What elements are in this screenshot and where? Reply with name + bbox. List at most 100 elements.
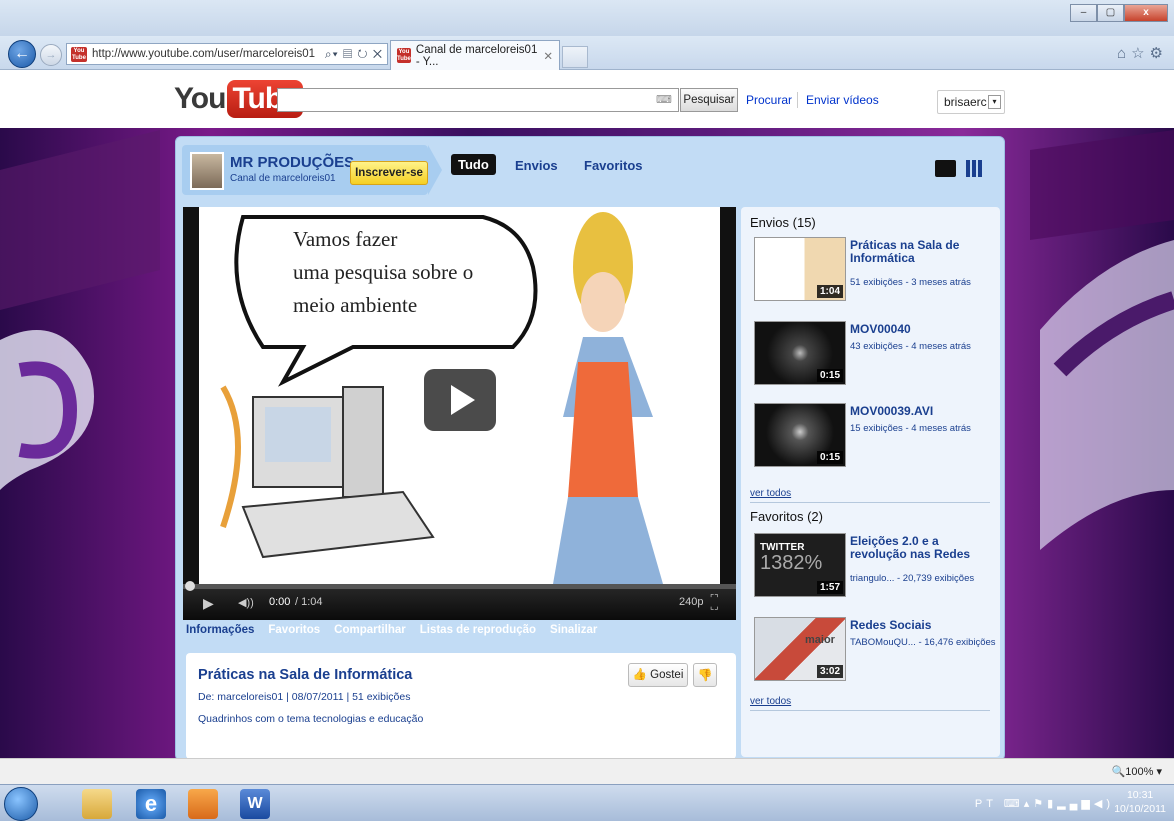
tab-title: Canal de marceloreis01 - Y...	[415, 43, 538, 68]
duration: 1:57	[816, 581, 843, 594]
video-thumbnail[interactable]: 0:15	[754, 403, 846, 467]
browse-link[interactable]: Procurar	[746, 93, 792, 107]
upload-link[interactable]: Enviar vídeos	[806, 93, 879, 107]
start-button[interactable]	[4, 787, 38, 821]
page-viewport: You Tube ⌨ Pesquisar Procurar Enviar víd…	[0, 70, 1174, 758]
address-bar[interactable]: You Tube http://www.youtube.com/user/marc…	[66, 43, 388, 65]
list-item[interactable]: maior 3:02 Redes Sociais TABOMouQU... - …	[749, 617, 999, 687]
quality-button[interactable]: 240p	[679, 596, 703, 608]
language-indicator[interactable]: PT	[975, 798, 997, 810]
list-item[interactable]: 1:04 Práticas na Sala de Informática 51 …	[749, 237, 999, 307]
back-button[interactable]: ←	[8, 40, 36, 68]
close-button[interactable]: x	[1124, 4, 1168, 22]
zoom-control[interactable]: 🔍100% ▾	[1112, 765, 1162, 778]
tab-uploads[interactable]: Envios	[515, 158, 558, 173]
video-title[interactable]: Práticas na Sala de Informática	[198, 667, 412, 683]
video-thumbnail[interactable]: 0:15	[754, 321, 846, 385]
like-button[interactable]: 👍 Gostei	[628, 663, 688, 687]
home-icon[interactable]: ⌂	[1117, 45, 1131, 62]
channel-name[interactable]: MR PRODUÇÕES	[230, 154, 354, 171]
grid-view-icon[interactable]	[966, 160, 982, 177]
search-input[interactable]	[277, 88, 679, 112]
minimize-button[interactable]: –	[1070, 4, 1097, 22]
forward-button[interactable]: →	[40, 44, 62, 66]
internet-explorer-icon[interactable]: e	[136, 789, 166, 819]
star-icon[interactable]: ☆	[1131, 45, 1149, 62]
browser-statusbar: 🔍100% ▾	[0, 758, 1174, 784]
item-title[interactable]: Práticas na Sala de Informática	[850, 239, 990, 265]
clock[interactable]: 10:31 10/10/2011	[1114, 788, 1166, 816]
username: brisaerc	[944, 95, 987, 109]
word-icon[interactable]: W	[240, 789, 270, 819]
list-item[interactable]: 0:15 MOV00040 43 exibições - 4 meses atr…	[749, 321, 999, 391]
video-description: Quadrinhos com o tema tecnologias e educ…	[198, 713, 424, 725]
favorites-title: Favoritos (2)	[750, 509, 823, 524]
avatar[interactable]	[190, 152, 224, 190]
new-tab-button[interactable]	[562, 46, 588, 68]
battery-icon[interactable]: ▮	[1047, 798, 1057, 810]
thumbs-down-icon: 👎	[697, 668, 713, 682]
tab-all[interactable]: Tudo	[451, 154, 496, 175]
explorer-icon[interactable]	[82, 789, 112, 819]
item-title[interactable]: MOV00040	[850, 323, 990, 336]
channel-header: MR PRODUÇÕES Canal de marceloreis01 Insc…	[182, 145, 442, 195]
item-meta: 15 exibições - 4 meses atrás	[850, 423, 971, 434]
item-meta: triangulo... - 20,739 exibições	[850, 573, 975, 584]
video-thumbnail[interactable]: TWITTER 1382% 1:57	[754, 533, 846, 597]
player-view-icon[interactable]	[935, 160, 956, 177]
see-all-uploads-link[interactable]: ver todos	[750, 488, 791, 499]
duration: 0:15	[816, 369, 843, 382]
volume-icon[interactable]: ◀)	[1094, 798, 1114, 810]
list-item[interactable]: 0:15 MOV00039.AVI 15 exibições - 4 meses…	[749, 403, 999, 473]
fullscreen-icon[interactable]: ⌜⌝ ⌞⌟	[710, 594, 718, 611]
progress-bar[interactable]	[183, 581, 736, 591]
maximize-button[interactable]: ▢	[1097, 4, 1124, 22]
taskbar: e W PT ⌨▴⚑▮▂▄▆◀) 10:31 10/10/2011	[0, 784, 1174, 821]
video-player[interactable]: Vamos fazer uma pesquisa sobre o meio am…	[183, 207, 736, 620]
progress-handle[interactable]	[185, 581, 195, 591]
network-icon[interactable]: ▂▄▆	[1057, 798, 1094, 810]
video-thumbnail[interactable]: maior 3:02	[754, 617, 846, 681]
address-actions-icon[interactable]: ⌕▾ ▤ ↻ ✕	[325, 47, 383, 62]
like-label: Gostei	[650, 669, 684, 681]
channel-container: MR PRODUÇÕES Canal de marceloreis01 Insc…	[175, 136, 1005, 758]
media-player-icon[interactable]	[188, 789, 218, 819]
thumbs-up-icon: 👍	[632, 669, 647, 681]
gear-icon[interactable]: ⚙	[1150, 45, 1168, 62]
keyboard-icon[interactable]: ⌨	[1004, 798, 1024, 810]
volume-icon[interactable]: ◀))	[238, 596, 254, 609]
item-title[interactable]: Eleições 2.0 e a revolução nas Redes	[850, 535, 990, 561]
search-button[interactable]: Pesquisar	[680, 88, 738, 112]
tab-info[interactable]: Informações	[186, 624, 254, 636]
tab-close-icon[interactable]: ✕	[543, 49, 553, 63]
list-item[interactable]: TWITTER 1382% 1:57 Eleições 2.0 e a revo…	[749, 533, 999, 603]
tab-favorite[interactable]: Favoritos	[268, 624, 320, 636]
video-frame[interactable]: Vamos fazer uma pesquisa sobre o meio am…	[183, 207, 736, 584]
channel-subtitle[interactable]: Canal de marceloreis01	[230, 173, 336, 184]
zoom-icon: 🔍	[1111, 766, 1126, 778]
browser-tab[interactable]: You Tube Canal de marceloreis01 - Y... ✕	[390, 40, 560, 70]
clock-time: 10:31	[1126, 789, 1154, 801]
tab-flag[interactable]: Sinalizar	[550, 624, 597, 636]
chevron-up-icon[interactable]: ▴	[1024, 798, 1034, 810]
see-all-favorites-link[interactable]: ver todos	[750, 696, 791, 707]
clock-date: 10/10/2011	[1114, 803, 1166, 815]
keyboard-icon[interactable]: ⌨	[656, 93, 672, 106]
tab-favorites[interactable]: Favoritos	[584, 158, 643, 173]
speech-line: uma pesquisa sobre o	[293, 260, 474, 284]
item-meta: 51 exibições - 3 meses atrás	[850, 277, 971, 288]
subscribe-button[interactable]: Inscrever-se	[350, 161, 428, 185]
play-button-icon[interactable]: ▶	[203, 595, 214, 612]
item-title[interactable]: MOV00039.AVI	[850, 405, 990, 418]
item-title[interactable]: Redes Sociais	[850, 619, 990, 632]
duration: 3:02	[816, 665, 843, 678]
play-icon[interactable]	[424, 369, 496, 431]
tab-playlists[interactable]: Listas de reprodução	[420, 624, 536, 636]
dislike-button[interactable]: 👎	[693, 663, 717, 687]
user-menu[interactable]: brisaerc ▾	[937, 90, 1005, 114]
video-info-box: Práticas na Sala de Informática De: marc…	[186, 653, 736, 758]
flag-icon[interactable]: ⚑	[1033, 798, 1047, 810]
window-titlebar: – ▢ x	[0, 0, 1174, 36]
tab-share[interactable]: Compartilhar	[334, 624, 406, 636]
video-thumbnail[interactable]: 1:04	[754, 237, 846, 301]
